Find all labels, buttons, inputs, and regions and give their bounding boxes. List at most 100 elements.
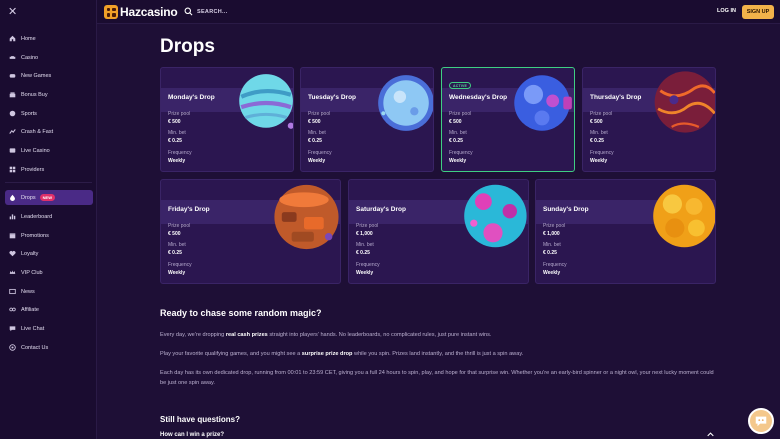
chat-button[interactable]	[748, 408, 774, 434]
search-button[interactable]: SEARCH...	[184, 7, 228, 16]
drop-name: Thursday's Drop	[590, 94, 642, 101]
drop-card-monday[interactable]: Monday's Drop Prize pool € 500 Min. bet …	[160, 67, 294, 172]
drop-card-friday[interactable]: Friday's Drop Prize pool € 500 Min. bet …	[160, 179, 341, 284]
frequency-label: Frequency	[168, 150, 192, 156]
promotions-icon	[9, 232, 16, 239]
frequency-value: Weekly	[590, 158, 608, 164]
min-bet-value: € 0.25	[449, 138, 463, 144]
sidebar-item-label: Drops	[21, 194, 36, 201]
frequency-value: Weekly	[449, 158, 467, 164]
frequency-value: Weekly	[308, 158, 326, 164]
prize-pool-value: € 500	[168, 231, 181, 237]
drop-name: Saturday's Drop	[356, 206, 406, 213]
min-bet-value: € 0.25	[543, 250, 557, 256]
sidebar-item-vip-club[interactable]: VIP Club	[5, 265, 93, 280]
info-heading: Ready to chase some random magic?	[160, 308, 322, 318]
sidebar-item-affiliate[interactable]: Affiliate	[5, 302, 93, 317]
sidebar-item-label: Promotions	[21, 232, 49, 239]
sidebar-item-label: Providers	[21, 166, 45, 173]
prize-pool-value: € 1,000	[543, 231, 560, 237]
home-icon	[9, 35, 16, 42]
frequency-value: Weekly	[168, 270, 186, 276]
min-bet-label: Min. bet	[168, 130, 186, 136]
sidebar-item-home[interactable]: Home	[5, 31, 93, 46]
sidebar-item-drops[interactable]: Drops NEW	[5, 190, 93, 205]
prize-pool-label: Prize pool	[168, 223, 191, 229]
dice-icon	[104, 5, 118, 19]
min-bet-value: € 0.25	[168, 138, 182, 144]
min-bet-value: € 0.25	[590, 138, 604, 144]
frequency-label: Frequency	[543, 262, 567, 268]
frequency-label: Frequency	[308, 150, 332, 156]
planet-image	[378, 75, 433, 131]
sidebar-item-leaderboard[interactable]: Leaderboard	[5, 209, 93, 224]
sidebar-item-promotions[interactable]: Promotions	[5, 228, 93, 243]
live-casino-icon	[9, 147, 16, 154]
login-button[interactable]: LOG IN	[717, 8, 736, 14]
leaderboard-icon	[9, 213, 16, 220]
live-chat-icon	[9, 325, 16, 332]
sidebar-item-casino[interactable]: Casino	[5, 50, 93, 65]
sidebar-item-label: VIP Club	[21, 269, 43, 276]
sidebar-item-label: Live Casino	[21, 147, 50, 154]
info-paragraph-3: Each day has its own dedicated drop, run…	[160, 370, 714, 386]
min-bet-value: € 0.25	[168, 250, 182, 256]
signup-button[interactable]: SIGN UP	[742, 5, 774, 19]
sidebar-item-sports[interactable]: Sports	[5, 106, 93, 121]
prize-pool-label: Prize pool	[356, 223, 379, 229]
chat-icon	[755, 416, 767, 427]
prize-pool-value: € 500	[168, 119, 181, 125]
drop-card-thursday[interactable]: Thursday's Drop Prize pool € 500 Min. be…	[582, 67, 716, 172]
faq-question: How can I win a prize?	[160, 432, 225, 438]
drop-card-saturday[interactable]: Saturday's Drop Prize pool € 1,000 Min. …	[348, 179, 529, 284]
sidebar-item-label: Live Chat	[21, 325, 45, 332]
active-badge: ACTIVE	[449, 82, 472, 89]
providers-icon	[9, 166, 16, 173]
min-bet-value: € 0.25	[356, 250, 370, 256]
min-bet-label: Min. bet	[590, 130, 608, 136]
prize-pool-value: € 1,000	[356, 231, 373, 237]
logo[interactable]: Hazcasino	[104, 5, 178, 19]
sidebar-item-contact-us[interactable]: Contact Us	[5, 340, 93, 355]
new-games-icon	[9, 72, 16, 79]
sidebar-item-label: Crash & Fast	[21, 128, 54, 135]
min-bet-label: Min. bet	[543, 242, 561, 248]
sidebar-item-providers[interactable]: Providers	[5, 162, 93, 177]
frequency-value: Weekly	[168, 158, 186, 164]
sidebar-item-live-casino[interactable]: Live Casino	[5, 143, 93, 158]
sidebar-item-news[interactable]: News	[5, 284, 93, 299]
close-icon[interactable]: ✕	[8, 6, 20, 18]
info-paragraph-2: Play your favorite qualifying games, and…	[160, 351, 524, 357]
search-icon	[184, 7, 193, 16]
sidebar-item-new-games[interactable]: New Games	[5, 68, 93, 83]
sidebar-item-loyalty[interactable]: Loyalty	[5, 246, 93, 261]
contact-icon	[9, 344, 16, 351]
faq-heading: Still have questions?	[160, 415, 241, 424]
frequency-label: Frequency	[168, 262, 192, 268]
drop-name: Friday's Drop	[168, 206, 210, 213]
frequency-value: Weekly	[356, 270, 374, 276]
sidebar-item-live-chat[interactable]: Live Chat	[5, 321, 93, 336]
drop-name: Wednesday's Drop	[449, 94, 508, 101]
faq-item[interactable]: How can I win a prize?	[160, 432, 716, 438]
sidebar-item-label: New Games	[21, 72, 52, 79]
drop-card-tuesday[interactable]: Tuesday's Drop Prize pool € 500 Min. bet…	[300, 67, 434, 172]
crash-icon	[9, 128, 16, 135]
new-badge: NEW	[39, 194, 56, 201]
sidebar-item-label: Leaderboard	[21, 213, 53, 220]
drop-name: Tuesday's Drop	[308, 94, 357, 101]
sidebar-item-crash-fast[interactable]: Crash & Fast	[5, 124, 93, 139]
min-bet-value: € 0.25	[308, 138, 322, 144]
drop-card-wednesday[interactable]: ACTIVE Wednesday's Drop Prize pool € 500…	[441, 67, 575, 172]
frequency-value: Weekly	[543, 270, 561, 276]
drops-icon	[9, 194, 16, 201]
prize-pool-label: Prize pool	[449, 111, 472, 117]
planet-image	[514, 75, 572, 131]
prize-pool-value: € 500	[590, 119, 603, 125]
sidebar-item-bonus-buy[interactable]: Bonus Buy	[5, 87, 93, 102]
drop-card-sunday[interactable]: Sunday's Drop Prize pool € 1,000 Min. be…	[535, 179, 716, 284]
planet-image	[653, 184, 715, 248]
vip-icon	[9, 269, 16, 276]
drop-name: Sunday's Drop	[543, 206, 589, 213]
min-bet-label: Min. bet	[308, 130, 326, 136]
